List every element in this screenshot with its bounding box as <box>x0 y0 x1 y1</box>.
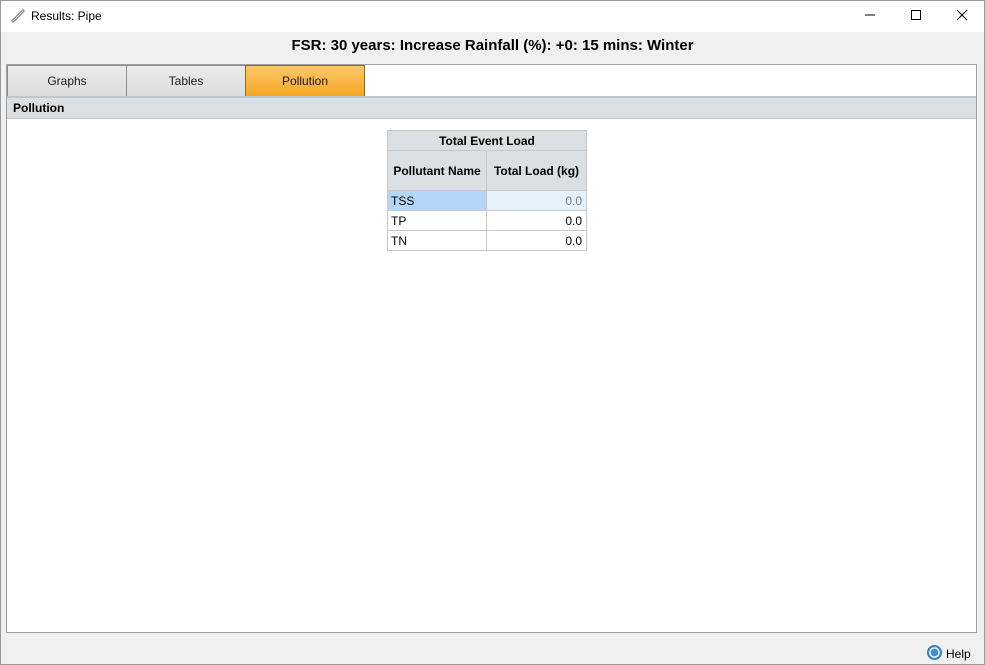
total-load-cell[interactable]: 0.0 <box>486 190 587 211</box>
group-header: Total Event Load <box>387 130 587 151</box>
pollutant-name-cell[interactable]: TSS <box>387 190 487 211</box>
pollutant-name-cell[interactable]: TP <box>387 210 487 231</box>
tab-pollution[interactable]: Pollution <box>245 65 365 97</box>
close-icon <box>956 9 968 24</box>
column-header-pollutant-name[interactable]: Pollutant Name <box>387 150 487 191</box>
column-header-total-load[interactable]: Total Load (kg) <box>486 150 587 191</box>
help-button[interactable]: Help <box>927 645 971 663</box>
tab-strip: Graphs Tables Pollution <box>7 65 976 97</box>
results-panel: Graphs Tables Pollution Pollution Total … <box>6 64 977 633</box>
page-title: FSR: 30 years: Increase Rainfall (%): +0… <box>291 37 694 54</box>
total-load-cell[interactable]: 0.0 <box>486 210 587 231</box>
close-button[interactable] <box>939 1 985 32</box>
title-bar[interactable]: Results: Pipe <box>1 1 984 32</box>
minimize-icon <box>864 9 876 24</box>
maximize-icon <box>910 9 922 24</box>
tab-tables[interactable]: Tables <box>126 65 246 97</box>
total-load-cell[interactable]: 0.0 <box>486 230 587 251</box>
help-label: Help <box>946 647 971 661</box>
tab-graphs[interactable]: Graphs <box>7 65 127 97</box>
help-icon <box>927 645 942 663</box>
table-row[interactable]: TSS 0.0 <box>387 190 587 211</box>
pollutant-name-cell[interactable]: TN <box>387 230 487 251</box>
table-row[interactable]: TN 0.0 <box>387 230 587 251</box>
section-header: Pollution <box>7 98 976 119</box>
pipe-icon <box>11 9 25 23</box>
table-row[interactable]: TP 0.0 <box>387 210 587 231</box>
window-title: Results: Pipe <box>31 9 102 23</box>
maximize-button[interactable] <box>893 1 939 32</box>
pollution-table: Total Event Load Pollutant Name Total Lo… <box>387 130 587 251</box>
results-window: Results: Pipe FSR: 30 years: Increase Ra… <box>0 0 985 665</box>
minimize-button[interactable] <box>847 1 893 32</box>
